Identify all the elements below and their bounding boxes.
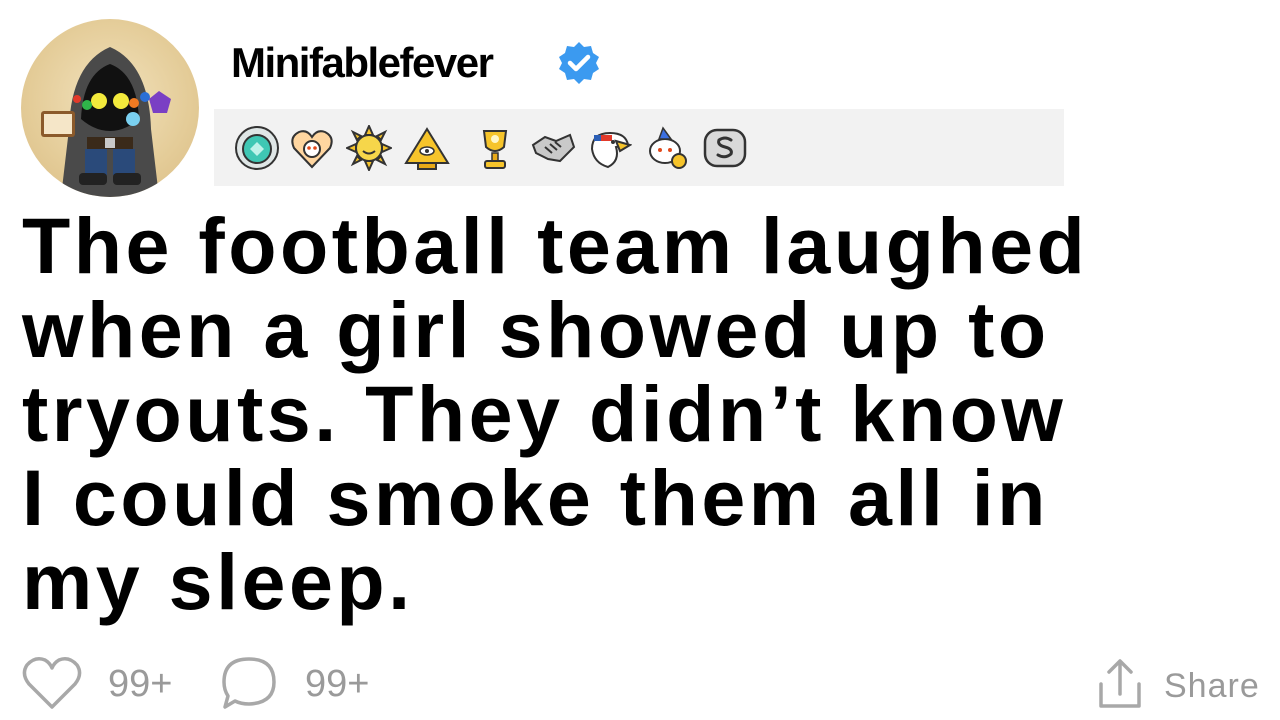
heart-snoo-award-icon[interactable] [289, 125, 335, 171]
post-text: The football team laughed when a girl sh… [22, 201, 1089, 626]
sun-award-icon[interactable] [346, 125, 392, 171]
hooded-figure-avatar-icon [41, 47, 171, 197]
snoo-party-award-icon[interactable] [644, 125, 690, 171]
pyramid-eye-award-icon[interactable] [404, 125, 450, 171]
awards-bar [214, 109, 1064, 186]
eagle-award-icon[interactable] [586, 125, 632, 171]
username[interactable]: Minifablefever [231, 38, 494, 88]
handshake-award-icon[interactable] [530, 125, 576, 171]
like-count: 99+ [108, 663, 173, 705]
diamond-award-icon[interactable] [234, 125, 280, 171]
verified-badge-icon [555, 39, 603, 87]
avatar[interactable] [21, 19, 199, 197]
comment-count: 99+ [305, 663, 370, 705]
share-icon[interactable] [1097, 658, 1143, 710]
comment-bubble-icon[interactable] [219, 654, 279, 712]
silver-s-award-icon[interactable] [702, 125, 748, 171]
like-heart-icon[interactable] [21, 655, 83, 711]
share-button[interactable]: Share [1164, 665, 1260, 707]
gold-trophy-award-icon[interactable] [472, 125, 518, 171]
